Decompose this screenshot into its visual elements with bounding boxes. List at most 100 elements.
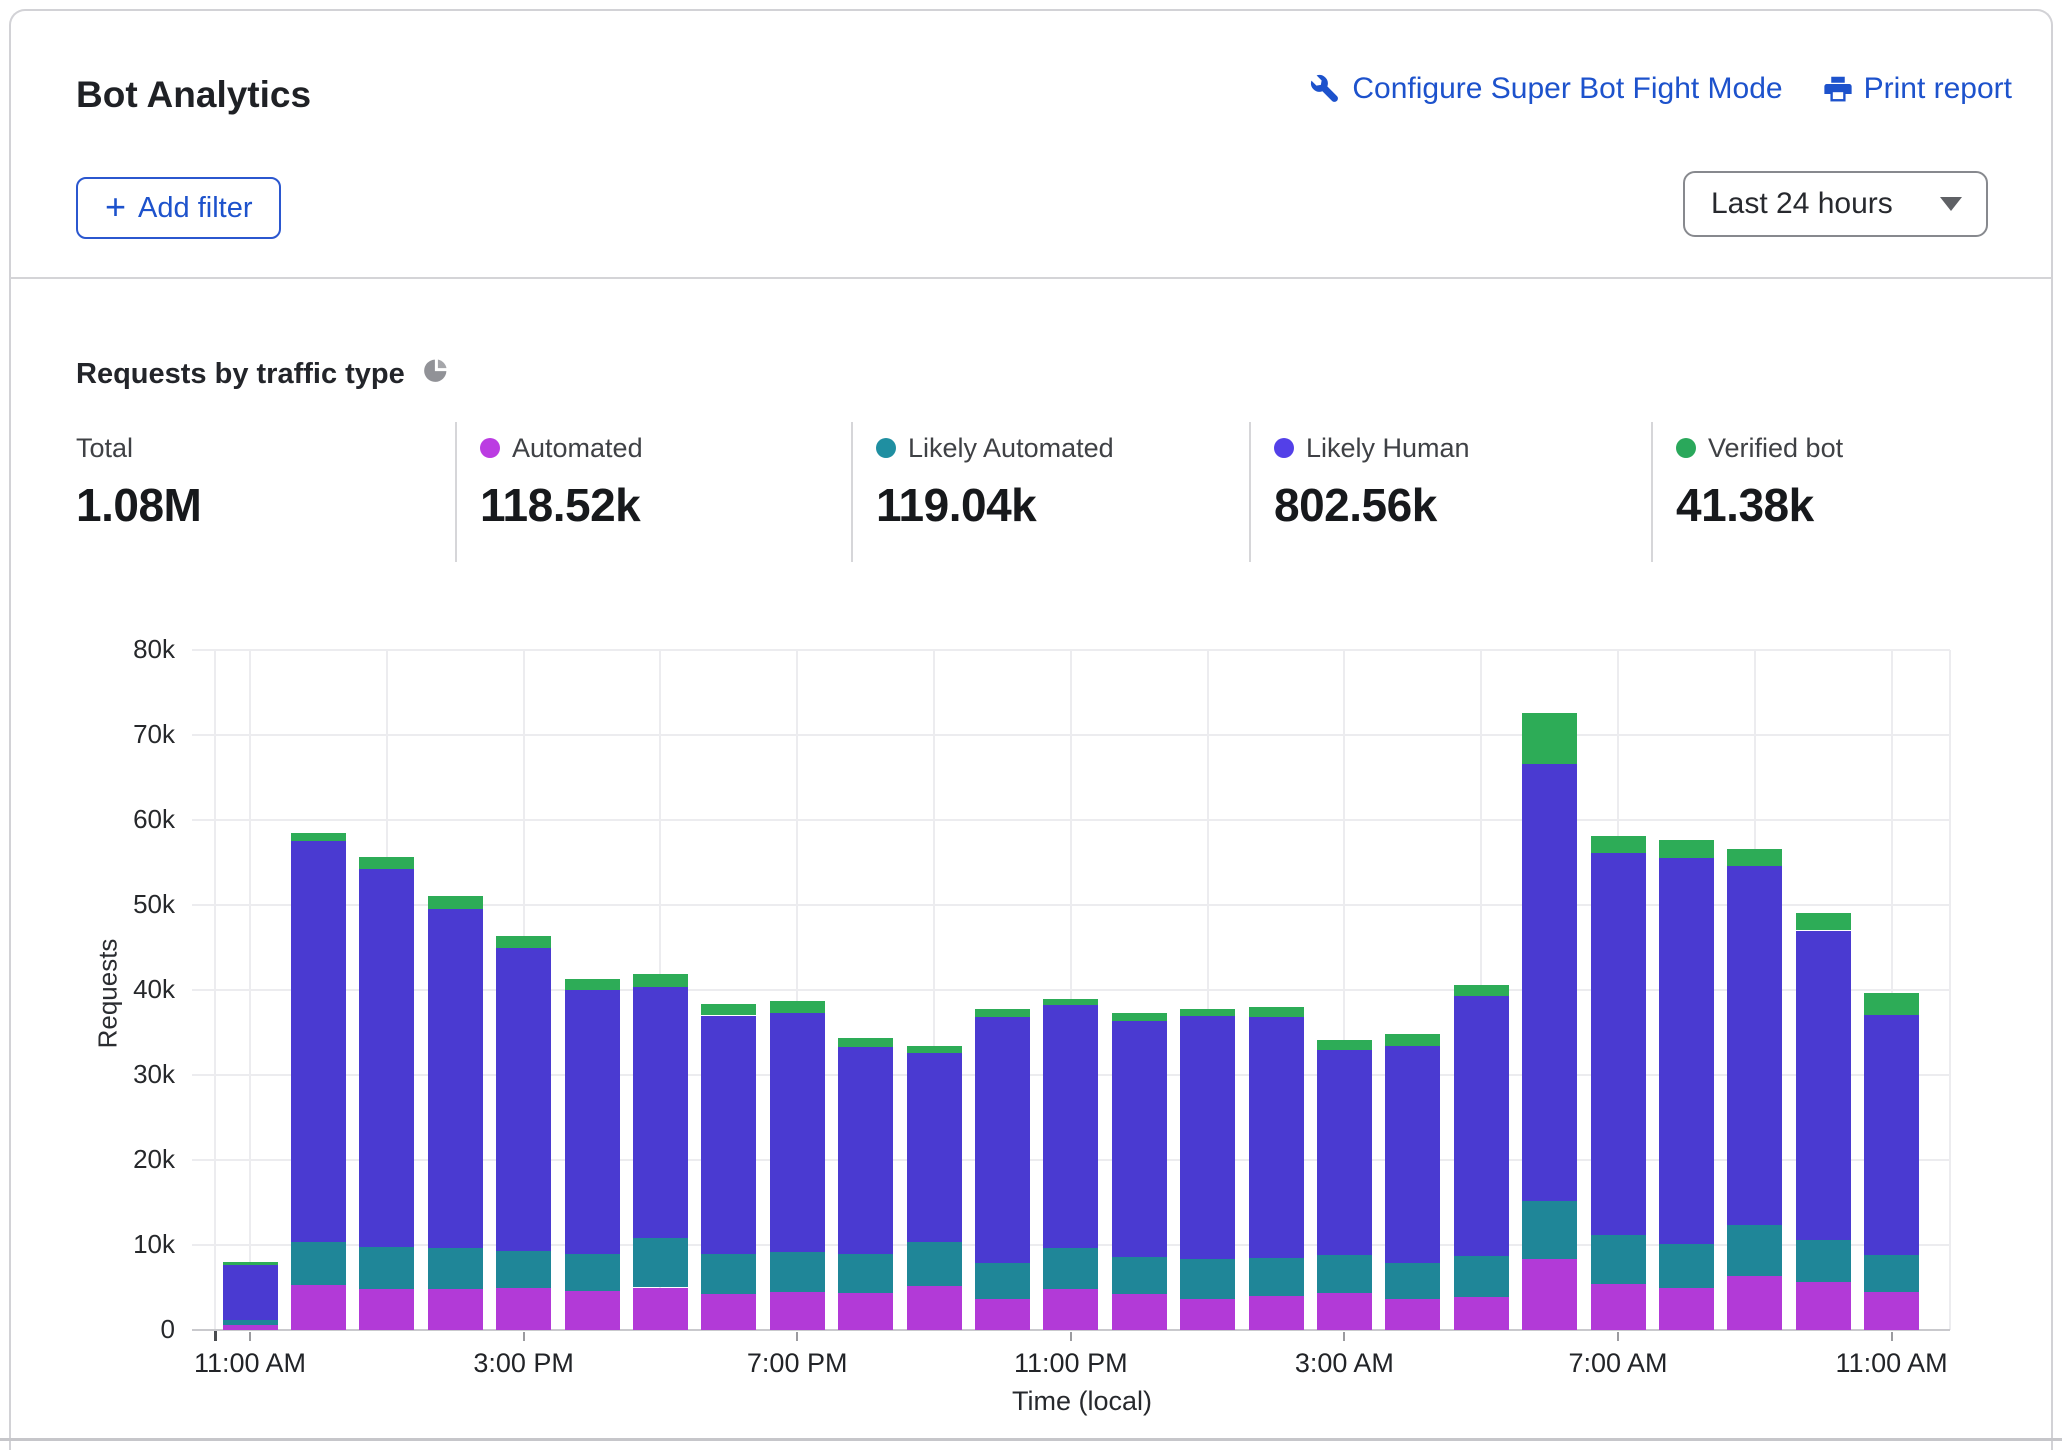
bar-segment-likely-human[interactable] [359, 869, 414, 1246]
bar-segment-likely-automated[interactable] [496, 1251, 551, 1288]
bar-segment-likely-human[interactable] [565, 990, 620, 1254]
bar-segment-likely-human[interactable] [1591, 853, 1646, 1235]
bar-segment-automated[interactable] [1249, 1296, 1304, 1330]
bar-segment-likely-human[interactable] [291, 841, 346, 1241]
bar-segment-automated[interactable] [907, 1286, 962, 1330]
bar-segment-likely-automated[interactable] [975, 1263, 1030, 1300]
bar-segment-automated[interactable] [1385, 1299, 1440, 1330]
bar-segment-automated[interactable] [1112, 1294, 1167, 1330]
bar-segment-likely-human[interactable] [975, 1017, 1030, 1263]
bar-segment-automated[interactable] [633, 1288, 688, 1331]
bar-segment-automated[interactable] [428, 1289, 483, 1330]
bar-segment-verified-bot[interactable] [1385, 1034, 1440, 1046]
bar-segment-automated[interactable] [1043, 1289, 1098, 1330]
bar-segment-likely-automated[interactable] [633, 1238, 688, 1287]
bar-segment-verified-bot[interactable] [1864, 993, 1919, 1014]
bar-segment-likely-human[interactable] [1659, 858, 1714, 1244]
bar-segment-automated[interactable] [1659, 1288, 1714, 1330]
bar-segment-verified-bot[interactable] [428, 896, 483, 910]
bar-segment-likely-automated[interactable] [291, 1242, 346, 1285]
bar-segment-likely-automated[interactable] [1864, 1255, 1919, 1292]
bar-segment-automated[interactable] [1454, 1297, 1509, 1330]
bar-segment-likely-automated[interactable] [223, 1320, 278, 1325]
bar-segment-automated[interactable] [1727, 1276, 1782, 1330]
bar-segment-likely-human[interactable] [1180, 1016, 1235, 1259]
bar-segment-verified-bot[interactable] [1659, 840, 1714, 858]
bar-segment-automated[interactable] [1864, 1292, 1919, 1330]
bar-segment-likely-automated[interactable] [1249, 1258, 1304, 1296]
bar-segment-likely-automated[interactable] [770, 1252, 825, 1292]
bar-segment-verified-bot[interactable] [359, 857, 414, 869]
bar-segment-verified-bot[interactable] [701, 1004, 756, 1016]
bar-segment-verified-bot[interactable] [1317, 1040, 1372, 1050]
bar-segment-verified-bot[interactable] [1180, 1009, 1235, 1017]
bar-segment-likely-automated[interactable] [907, 1242, 962, 1285]
bar-segment-automated[interactable] [565, 1291, 620, 1330]
bar-segment-verified-bot[interactable] [1522, 713, 1577, 764]
bar-segment-likely-automated[interactable] [1317, 1255, 1372, 1292]
bar-segment-likely-automated[interactable] [1796, 1240, 1851, 1283]
bar-segment-automated[interactable] [1591, 1284, 1646, 1330]
bar-segment-automated[interactable] [1522, 1259, 1577, 1330]
bar-segment-verified-bot[interactable] [223, 1262, 278, 1265]
bar-segment-likely-human[interactable] [1043, 1005, 1098, 1248]
bar-segment-automated[interactable] [975, 1299, 1030, 1330]
bar-segment-likely-human[interactable] [633, 987, 688, 1238]
bar-segment-likely-human[interactable] [701, 1016, 756, 1255]
bar-segment-likely-automated[interactable] [701, 1254, 756, 1294]
bar-segment-verified-bot[interactable] [975, 1009, 1030, 1018]
bar-segment-verified-bot[interactable] [291, 833, 346, 842]
bar-segment-likely-automated[interactable] [1591, 1235, 1646, 1284]
bar-segment-likely-automated[interactable] [1112, 1257, 1167, 1294]
bar-segment-likely-automated[interactable] [359, 1247, 414, 1290]
bar-segment-likely-automated[interactable] [838, 1254, 893, 1293]
bar-segment-likely-human[interactable] [1727, 866, 1782, 1226]
bar-segment-likely-human[interactable] [1796, 931, 1851, 1240]
bar-segment-verified-bot[interactable] [565, 979, 620, 990]
bar-segment-likely-human[interactable] [1112, 1021, 1167, 1256]
bar-segment-automated[interactable] [291, 1285, 346, 1330]
bar-segment-verified-bot[interactable] [633, 974, 688, 988]
bar-segment-verified-bot[interactable] [496, 936, 551, 949]
bar-segment-likely-human[interactable] [907, 1053, 962, 1243]
bar-segment-likely-automated[interactable] [1659, 1244, 1714, 1288]
bar-segment-likely-human[interactable] [1864, 1015, 1919, 1256]
bar-segment-likely-human[interactable] [1522, 764, 1577, 1201]
bar-segment-likely-automated[interactable] [1043, 1248, 1098, 1289]
bar-segment-likely-human[interactable] [770, 1013, 825, 1252]
bar-segment-automated[interactable] [838, 1293, 893, 1330]
bar-segment-likely-human[interactable] [1317, 1050, 1372, 1255]
bar-segment-likely-automated[interactable] [428, 1248, 483, 1289]
bar-segment-verified-bot[interactable] [1454, 985, 1509, 996]
bar-segment-verified-bot[interactable] [1591, 836, 1646, 853]
bar-segment-likely-human[interactable] [496, 948, 551, 1251]
bar-segment-likely-automated[interactable] [1180, 1259, 1235, 1299]
bar-segment-likely-automated[interactable] [1454, 1256, 1509, 1297]
bar-segment-likely-automated[interactable] [1522, 1201, 1577, 1260]
bar-segment-likely-automated[interactable] [565, 1254, 620, 1291]
bar-segment-verified-bot[interactable] [838, 1038, 893, 1047]
bar-segment-likely-human[interactable] [223, 1265, 278, 1320]
bar-segment-automated[interactable] [1180, 1299, 1235, 1330]
bar-segment-likely-automated[interactable] [1385, 1263, 1440, 1299]
bar-segment-verified-bot[interactable] [1112, 1013, 1167, 1022]
bar-segment-likely-human[interactable] [1249, 1017, 1304, 1258]
bar-segment-likely-human[interactable] [428, 909, 483, 1248]
bar-segment-automated[interactable] [1317, 1293, 1372, 1330]
bar-segment-automated[interactable] [770, 1292, 825, 1330]
bar-segment-likely-automated[interactable] [1727, 1225, 1782, 1275]
bar-segment-automated[interactable] [496, 1288, 551, 1330]
bar-segment-verified-bot[interactable] [907, 1046, 962, 1053]
bar-segment-automated[interactable] [359, 1289, 414, 1330]
bar-segment-likely-human[interactable] [1385, 1046, 1440, 1263]
bar-segment-verified-bot[interactable] [1796, 913, 1851, 931]
bar-segment-automated[interactable] [1796, 1282, 1851, 1330]
bar-segment-verified-bot[interactable] [1727, 849, 1782, 866]
bar-segment-automated[interactable] [701, 1294, 756, 1330]
bar-segment-automated[interactable] [223, 1325, 278, 1330]
bar-segment-likely-human[interactable] [1454, 996, 1509, 1256]
bar-segment-verified-bot[interactable] [1249, 1007, 1304, 1017]
bar-segment-verified-bot[interactable] [1043, 999, 1098, 1005]
bar-segment-likely-human[interactable] [838, 1047, 893, 1254]
bar-segment-verified-bot[interactable] [770, 1001, 825, 1013]
